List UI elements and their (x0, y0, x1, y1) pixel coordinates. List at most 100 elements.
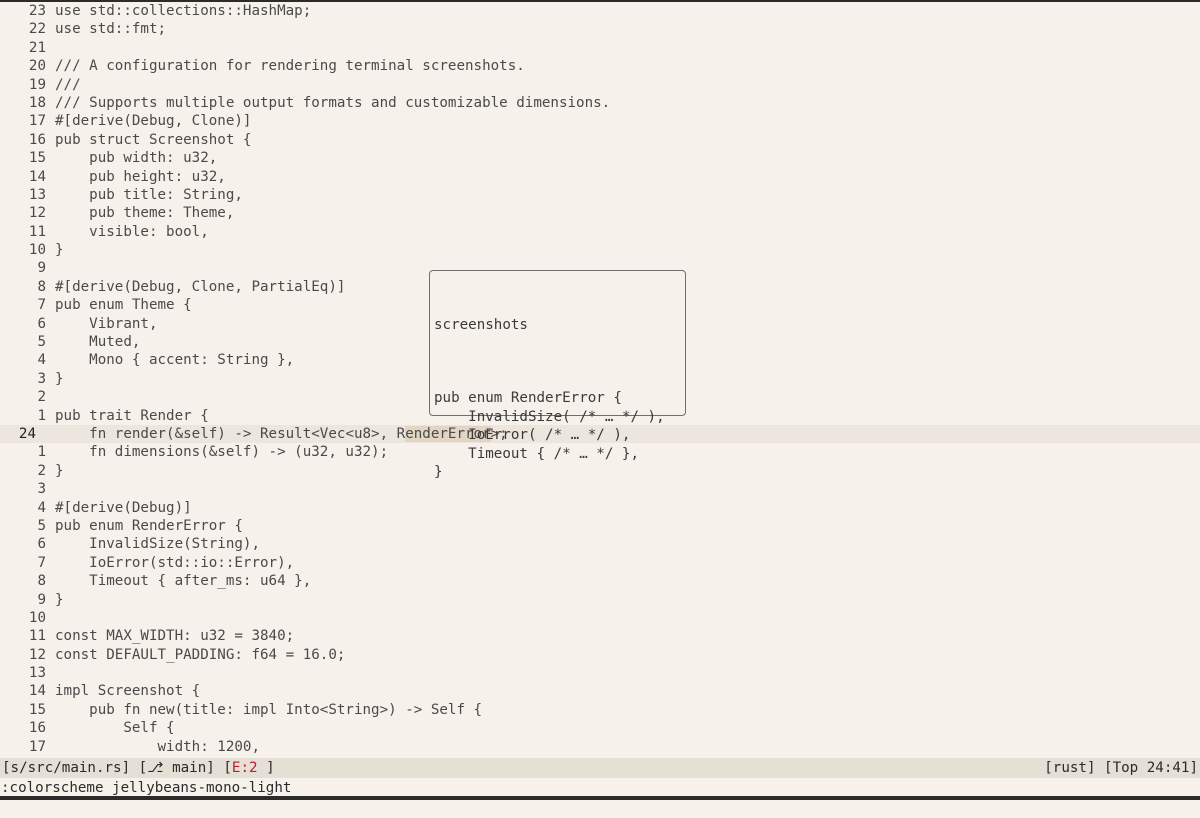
line-number: 1 (37, 407, 46, 424)
line-number: 10 (28, 242, 46, 259)
code-line[interactable]: 23 use std::collections::HashMap; (0, 2, 1200, 20)
line-code[interactable]: Mono { accent: String }, (55, 351, 294, 369)
line-number: 14 (28, 683, 46, 700)
line-code[interactable]: } (55, 462, 64, 480)
popup-signature: pub enum RenderError { InvalidSize( /* …… (434, 371, 681, 481)
code-line[interactable]: 6 InvalidSize(String), (0, 535, 1200, 553)
line-code[interactable]: /// A configuration for rendering termin… (55, 57, 525, 75)
code-line[interactable]: 17 #[derive(Debug, Clone)] (0, 112, 1200, 130)
line-number: 3 (37, 370, 46, 387)
line-code[interactable]: #[derive(Debug)] (55, 499, 192, 517)
code-line[interactable]: 22 use std::fmt; (0, 20, 1200, 38)
line-number: 4 (37, 352, 46, 369)
line-code[interactable]: } (55, 241, 64, 259)
code-line[interactable]: 5 pub enum RenderError { (0, 517, 1200, 535)
line-number: 8 (37, 278, 46, 295)
code-line[interactable]: 18 /// Supports multiple output formats a… (0, 94, 1200, 112)
line-code[interactable]: use std::fmt; (55, 20, 166, 38)
line-code[interactable]: visible: bool, (55, 223, 209, 241)
line-code[interactable]: Vibrant, (55, 315, 157, 333)
line-number: 3 (37, 481, 46, 498)
line-number: 16 (28, 131, 46, 148)
line-code[interactable]: const DEFAULT_PADDING: f64 = 16.0; (55, 646, 345, 664)
line-code[interactable]: pub width: u32, (55, 149, 217, 167)
code-line[interactable]: 16 pub struct Screenshot { (0, 131, 1200, 149)
code-line[interactable]: 17 width: 1200, (0, 738, 1200, 756)
line-code[interactable]: /// Supports multiple output formats and… (55, 94, 610, 112)
line-code[interactable]: impl Screenshot { (55, 682, 200, 700)
line-number: 2 (37, 462, 46, 479)
line-code[interactable]: pub theme: Theme, (55, 204, 234, 222)
code-line[interactable]: 14 impl Screenshot { (0, 682, 1200, 700)
line-code[interactable]: Timeout { after_ms: u64 }, (55, 572, 311, 590)
line-number: 18 (28, 94, 46, 111)
line-code[interactable]: pub trait Render { (55, 407, 209, 425)
line-number: 19 (28, 76, 46, 93)
status-right: [rust] [Top 24:41] (1044, 758, 1198, 778)
popup-line: } (434, 463, 443, 480)
line-number: 5 (37, 334, 46, 351)
line-number: 9 (37, 260, 46, 277)
line-code[interactable]: pub enum RenderError { (55, 517, 243, 535)
code-line[interactable]: 7 IoError(std::io::Error), (0, 554, 1200, 572)
line-code[interactable]: pub struct Screenshot { (55, 131, 251, 149)
line-number: 7 (37, 297, 46, 314)
line-number: 11 (28, 223, 46, 240)
code-line[interactable]: 15 pub fn new(title: impl Into<String>) … (0, 701, 1200, 719)
hover-popup: screenshots pub enum RenderError { Inval… (429, 270, 686, 480)
code-line[interactable]: 13 (0, 664, 1200, 682)
code-line[interactable]: 20 /// A configuration for rendering term… (0, 57, 1200, 75)
code-line[interactable]: 15 pub width: u32, (0, 149, 1200, 167)
line-number: 11 (28, 628, 46, 645)
line-number: 13 (28, 186, 46, 203)
line-number: 20 (28, 58, 46, 75)
line-code[interactable]: } (55, 370, 64, 388)
code-line[interactable]: 10} (0, 241, 1200, 259)
line-number: 12 (28, 646, 46, 663)
line-code[interactable]: Muted, (55, 333, 140, 351)
line-code[interactable]: pub fn new(title: impl Into<String>) -> … (55, 701, 482, 719)
line-code[interactable]: pub title: String, (55, 186, 243, 204)
line-number: 16 (28, 720, 46, 737)
line-number: 14 (28, 168, 46, 185)
line-number: 17 (28, 738, 46, 755)
line-code[interactable]: IoError(std::io::Error), (55, 554, 294, 572)
line-code[interactable]: InvalidSize(String), (55, 535, 260, 553)
popup-module-name: screenshots (434, 316, 528, 333)
line-code[interactable]: const MAX_WIDTH: u32 = 3840; (55, 627, 294, 645)
line-code[interactable]: fn dimensions(&self) -> (u32, u32); (55, 443, 388, 461)
popup-line: Timeout { /* … */ }, (434, 445, 639, 462)
status-file-path: [s/src/main.rs] (2, 760, 131, 776)
line-code[interactable]: /// (55, 76, 81, 94)
line-code[interactable]: Self { (55, 719, 174, 737)
code-line[interactable]: 11 const MAX_WIDTH: u32 = 3840; (0, 627, 1200, 645)
code-line[interactable]: 8 Timeout { after_ms: u64 }, (0, 572, 1200, 590)
line-number: 15 (28, 701, 46, 718)
code-line[interactable]: 16 Self { (0, 719, 1200, 737)
code-line[interactable]: 11 visible: bool, (0, 223, 1200, 241)
status-filetype: [rust] (1044, 760, 1096, 776)
line-number: 7 (37, 554, 46, 571)
line-number: 6 (37, 536, 46, 553)
line-code[interactable]: #[derive(Debug, Clone)] (55, 112, 251, 130)
code-line[interactable]: 14 pub height: u32, (0, 168, 1200, 186)
code-line[interactable]: 13 pub title: String, (0, 186, 1200, 204)
code-line[interactable]: 12 pub theme: Theme, (0, 204, 1200, 222)
line-code[interactable]: width: 1200, (55, 738, 260, 756)
code-line[interactable]: 21 (0, 39, 1200, 57)
line-code[interactable]: } (55, 591, 64, 609)
line-code[interactable]: pub height: u32, (55, 168, 226, 186)
code-line[interactable]: 9} (0, 591, 1200, 609)
code-line[interactable]: 10 (0, 609, 1200, 627)
code-line[interactable]: 4 #[derive(Debug)] (0, 499, 1200, 517)
line-number: 23 (28, 3, 46, 19)
command-line[interactable]: :colorscheme jellybeans-mono-light (0, 778, 1200, 798)
code-line[interactable]: 19 /// (0, 76, 1200, 94)
line-code[interactable]: pub enum Theme { (55, 296, 192, 314)
line-number: 15 (28, 150, 46, 167)
popup-line: pub enum RenderError { (434, 390, 622, 407)
code-line[interactable]: 12 const DEFAULT_PADDING: f64 = 16.0; (0, 646, 1200, 664)
line-code[interactable]: use std::collections::HashMap; (55, 2, 311, 20)
status-errors-close: ] (257, 760, 275, 776)
line-code[interactable]: #[derive(Debug, Clone, PartialEq)] (55, 278, 345, 296)
